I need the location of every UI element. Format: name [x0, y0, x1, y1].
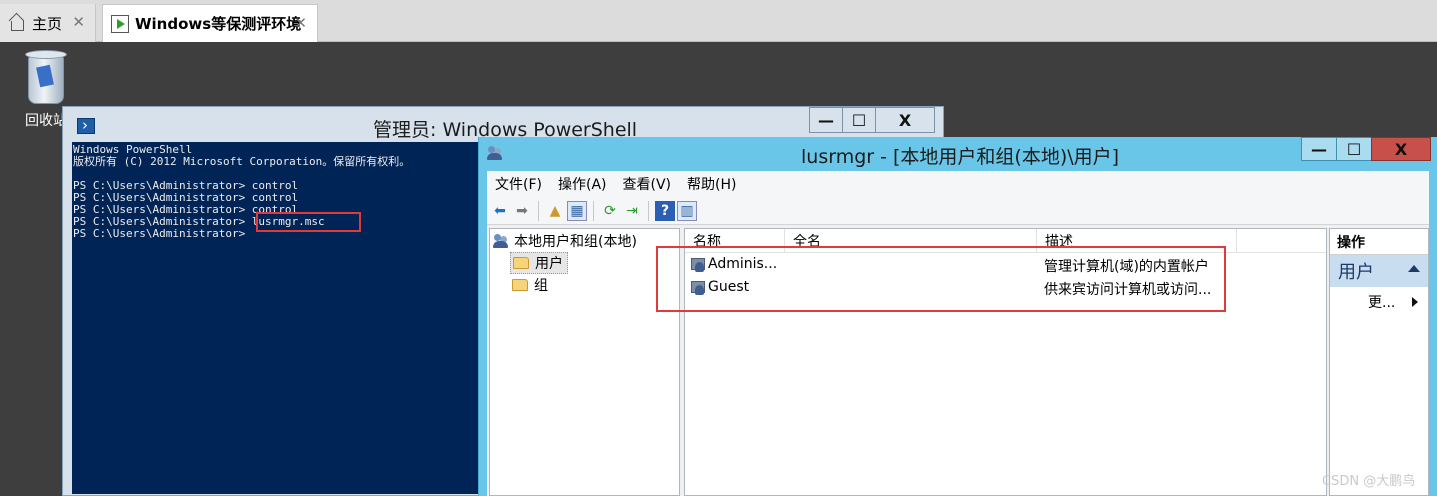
menu-action[interactable]: 操作(A) [550, 174, 615, 194]
user-rows-highlight-box [656, 246, 1226, 312]
actions-more-label: 更... [1368, 295, 1396, 311]
show-tree-icon[interactable]: ▦ [567, 200, 587, 221]
users-icon [493, 233, 509, 249]
export-list-icon[interactable]: ⇥ [622, 201, 642, 221]
powershell-icon [77, 116, 95, 134]
tab-home[interactable]: 主页 ✕ [0, 4, 96, 42]
close-button[interactable]: X [1371, 137, 1431, 161]
folder-icon [513, 257, 529, 269]
tab-vm-label: Windows等保测评环境 [135, 15, 302, 33]
toolbar: ⬅ ➡ ▲ ▦ ⟳ ⇥ ? ▥ [487, 197, 1429, 225]
close-button[interactable]: X [875, 107, 935, 133]
minimize-button[interactable]: — [809, 107, 843, 133]
menu-help[interactable]: 帮助(H) [679, 174, 744, 194]
tree-item-root[interactable]: 本地用户和组(本地) [493, 230, 637, 252]
show-action-pane-icon[interactable]: ▥ [677, 200, 697, 221]
actions-section-label: 用户 [1338, 262, 1374, 283]
up-folder-icon[interactable]: ▲ [545, 201, 565, 221]
actions-section-users[interactable]: 用户 [1330, 255, 1428, 287]
recycle-bin-icon [24, 50, 68, 106]
users-icon [487, 145, 507, 163]
tree-item-label: 本地用户和组(本地) [514, 234, 637, 250]
tab-vm[interactable]: Windows等保测评环境 ✕ [102, 4, 318, 42]
menu-bar: 文件(F) 操作(A) 查看(V) 帮助(H) [487, 171, 1429, 197]
command-highlight-box [256, 212, 361, 232]
lusrmgr-client-area: 文件(F) 操作(A) 查看(V) 帮助(H) ⬅ ➡ ▲ ▦ ⟳ ⇥ ? ▥ … [487, 171, 1429, 496]
folder-icon [512, 279, 528, 291]
home-icon [8, 14, 26, 32]
recycle-bin-label: 回收站 [25, 113, 67, 129]
tree-item-users[interactable]: 用户 [510, 252, 568, 274]
lusrmgr-window: lusrmgr - [本地用户和组(本地)\用户] — ☐ X 文件(F) 操作… [478, 137, 1437, 496]
tree-item-label: 组 [534, 278, 548, 294]
tab-home-label: 主页 [32, 14, 63, 33]
tree-item-label: 用户 [535, 256, 563, 272]
back-arrow-icon[interactable]: ⬅ [490, 201, 510, 221]
forward-arrow-icon[interactable]: ➡ [512, 201, 532, 221]
powershell-titlebar[interactable]: 管理员: Windows PowerShell — ☐ X [63, 107, 943, 141]
collapse-up-icon [1408, 265, 1420, 272]
actions-more-link[interactable]: 更... [1330, 287, 1428, 317]
maximize-button[interactable]: ☐ [842, 107, 876, 133]
lusrmgr-title: lusrmgr - [本地用户和组(本地)\用户] [801, 146, 1120, 168]
menu-view[interactable]: 查看(V) [615, 174, 680, 194]
host-tab-bar: 主页 ✕ Windows等保测评环境 ✕ [0, 0, 1437, 42]
close-icon[interactable]: ✕ [294, 14, 307, 32]
chevron-right-icon [1412, 297, 1418, 307]
minimize-button[interactable]: — [1301, 137, 1337, 161]
vm-running-icon [111, 14, 129, 33]
help-icon[interactable]: ? [655, 200, 675, 221]
actions-header: 操作 [1330, 229, 1428, 255]
watermark: CSDN @大鹏鸟 [1322, 474, 1416, 489]
menu-file[interactable]: 文件(F) [487, 174, 550, 194]
maximize-button[interactable]: ☐ [1336, 137, 1372, 161]
actions-pane: 操作 用户 更... [1329, 228, 1429, 496]
lusrmgr-titlebar[interactable]: lusrmgr - [本地用户和组(本地)\用户] — ☐ X [479, 137, 1437, 169]
tree-pane: 本地用户和组(本地) 用户 组 [489, 228, 680, 496]
close-icon[interactable]: ✕ [72, 13, 85, 31]
tree-item-groups[interactable]: 组 [512, 274, 548, 296]
refresh-icon[interactable]: ⟳ [600, 201, 620, 221]
